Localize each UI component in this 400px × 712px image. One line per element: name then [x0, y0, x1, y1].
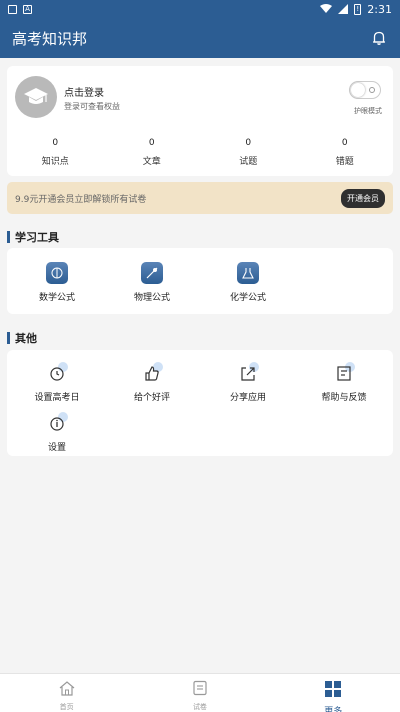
section-title-text: 其他	[15, 332, 37, 345]
app-bar: 高考知识邦	[0, 18, 400, 58]
home-icon	[59, 681, 75, 696]
stat-knowledge[interactable]: 0 知识点	[7, 138, 104, 167]
stat-label: 文章	[142, 157, 161, 167]
bell-icon[interactable]	[370, 29, 388, 47]
help-feedback-item[interactable]: 帮助与反馈	[296, 362, 392, 403]
login-card: 点击登录 登录可查看权益 护眼模式 0 知识点 0 文章 0 试题 0 错题	[7, 66, 393, 176]
tool-label: 数学公式	[38, 293, 75, 303]
item-label: 设置高考日	[34, 393, 80, 403]
item-label: 设置	[47, 443, 66, 453]
stat-label: 错题	[335, 157, 354, 167]
section-accent	[7, 231, 10, 243]
eye-care-toggle[interactable]	[349, 81, 381, 99]
section-accent	[7, 332, 10, 344]
math-formula-icon	[46, 262, 68, 284]
battery-icon: !	[354, 3, 362, 15]
stat-wrong[interactable]: 0 错题	[297, 138, 394, 167]
paper-icon	[193, 680, 207, 696]
tool-chemistry[interactable]: 化学公式	[200, 262, 296, 303]
status-time: 2:31	[367, 2, 392, 16]
app-notification-icon: A	[23, 4, 32, 14]
nav-label: 首页	[59, 703, 74, 711]
status-left: A	[8, 4, 32, 14]
membership-banner[interactable]: 9.9元开通会员立即解锁所有试卷 开通会员	[7, 182, 393, 214]
rate-app-item[interactable]: 给个好评	[104, 362, 200, 403]
others-section-title: 其他	[7, 330, 37, 346]
gallery-notification-icon	[8, 4, 17, 14]
stat-questions[interactable]: 0 试题	[200, 138, 297, 167]
item-label: 给个好评	[133, 393, 170, 403]
nav-more[interactable]: 更多	[267, 674, 400, 712]
chemistry-formula-icon	[237, 262, 259, 284]
tool-physics[interactable]: 物理公式	[104, 262, 200, 303]
alarm-clock-icon	[46, 362, 68, 384]
feedback-icon	[333, 362, 355, 384]
banner-text: 9.9元开通会员立即解锁所有试卷	[15, 194, 147, 205]
section-title-text: 学习工具	[15, 231, 59, 244]
settings-item[interactable]: 设置	[9, 412, 105, 453]
physics-formula-icon	[141, 262, 163, 284]
stats-row: 0 知识点 0 文章 0 试题 0 错题	[7, 138, 393, 167]
more-grid-icon	[325, 681, 342, 697]
nav-label: 试卷	[192, 703, 207, 711]
tool-label: 化学公式	[229, 293, 266, 303]
stat-label: 试题	[239, 157, 258, 167]
settings-icon	[46, 412, 68, 434]
tools-section-title: 学习工具	[7, 229, 59, 245]
login-title[interactable]: 点击登录	[64, 84, 104, 99]
stat-value: 0	[148, 138, 155, 148]
nav-label: 更多	[324, 707, 343, 712]
stat-value: 0	[245, 138, 252, 148]
toggle-off-indicator	[369, 87, 375, 93]
eye-care-label: 护眼模式	[354, 107, 382, 115]
others-card: 设置高考日 给个好评 分享应用 帮助与反馈 设置	[7, 350, 393, 456]
item-label: 帮助与反馈	[321, 393, 367, 403]
status-right: ! 2:31	[320, 3, 392, 16]
stat-value: 0	[52, 138, 59, 148]
app-title: 高考知识邦	[12, 29, 88, 48]
share-app-item[interactable]: 分享应用	[200, 362, 296, 403]
tools-card: 数学公式 物理公式 化学公式	[7, 248, 393, 314]
share-icon	[237, 362, 259, 384]
login-subtitle: 登录可查看权益	[64, 102, 120, 111]
graduation-cap-icon	[24, 88, 48, 104]
thumbs-up-icon	[141, 362, 163, 384]
stat-label: 知识点	[41, 157, 69, 167]
nav-home[interactable]: 首页	[0, 674, 133, 712]
nav-paper[interactable]: 试卷	[133, 674, 266, 712]
bottom-nav: 首页 试卷 更多	[0, 673, 400, 712]
stat-articles[interactable]: 0 文章	[104, 138, 201, 167]
avatar[interactable]	[15, 76, 57, 118]
status-bar: A ! 2:31	[0, 0, 400, 18]
open-membership-button[interactable]: 开通会员	[341, 188, 385, 208]
tool-label: 物理公式	[133, 293, 170, 303]
tool-math[interactable]: 数学公式	[9, 262, 105, 303]
toggle-knob	[351, 83, 365, 97]
signal-icon	[338, 4, 349, 14]
wifi-icon	[320, 4, 333, 13]
item-label: 分享应用	[229, 393, 266, 403]
stat-value: 0	[341, 138, 348, 148]
set-exam-date-item[interactable]: 设置高考日	[9, 362, 105, 403]
